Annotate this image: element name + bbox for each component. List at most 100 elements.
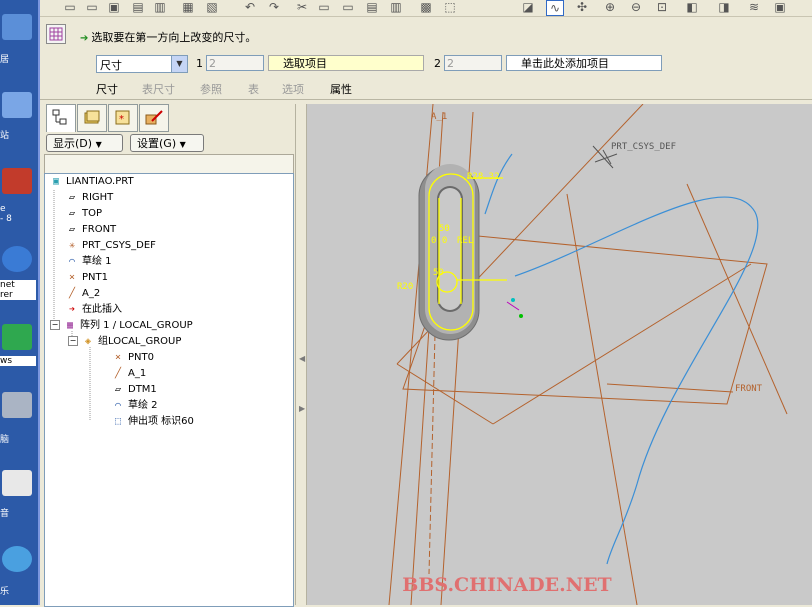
- layers-icon[interactable]: ≋: [746, 0, 762, 14]
- undo-icon[interactable]: ↶: [242, 0, 258, 14]
- desktop-icon[interactable]: [2, 246, 32, 272]
- sketch-icon: ⌒: [114, 400, 122, 411]
- paste-icon[interactable]: ▭: [340, 0, 356, 14]
- direction-1-items-collector[interactable]: 选取项目: [268, 55, 424, 71]
- tree-node[interactable]: ╱ A_2: [65, 286, 100, 301]
- panel-splitter[interactable]: ◀ ▶: [295, 104, 307, 605]
- desktop-icon[interactable]: [2, 470, 32, 496]
- expand-arrow-icon[interactable]: ▶: [299, 404, 305, 413]
- dimension-value[interactable]: 50: [433, 268, 444, 278]
- desktop-icon[interactable]: [2, 14, 32, 40]
- dimension-value[interactable]: 50: [439, 224, 450, 234]
- tab-model-tree[interactable]: [46, 104, 76, 132]
- favorites-icon: *: [115, 110, 130, 125]
- tree-node-label: 在此插入: [82, 304, 122, 315]
- radius-dimension[interactable]: R28.32: [467, 172, 500, 182]
- tree-node[interactable]: ▱ DTM1: [111, 382, 157, 397]
- tree-node[interactable]: × PNT1: [65, 270, 108, 285]
- tree-node-label: PRT_CSYS_DEF: [82, 240, 156, 251]
- email-icon[interactable]: ▥: [152, 0, 168, 14]
- save-icon[interactable]: ▣: [106, 0, 122, 14]
- chevron-down-icon[interactable]: ▼: [171, 56, 187, 72]
- tree-node-group[interactable]: ◈ 组LOCAL_GROUP: [81, 334, 181, 349]
- email-icon[interactable]: ▧: [204, 0, 220, 14]
- tree-node-label: DTM1: [128, 384, 157, 395]
- tree-node-insert-here[interactable]: ➔ 在此插入: [65, 302, 122, 317]
- settings-menu-label: 设置(G): [137, 137, 177, 150]
- dimension-type-select[interactable]: 尺寸 ▼: [96, 55, 188, 73]
- select-box-icon[interactable]: ⬚: [442, 0, 458, 14]
- model-tree-icon: [52, 109, 67, 125]
- collapse-toggle[interactable]: −: [50, 320, 60, 330]
- tree-node-label: LIANTIAO.PRT: [66, 176, 134, 187]
- reference-label: REL: [457, 236, 474, 246]
- group-icon: ◈: [84, 336, 92, 347]
- collapse-toggle[interactable]: −: [68, 336, 78, 346]
- zoom-out-icon[interactable]: ⊖: [628, 0, 644, 14]
- desktop-icon[interactable]: [2, 92, 32, 118]
- show-menu-label: 显示(D): [53, 137, 93, 150]
- direction-2-items-collector[interactable]: 单击此处添加项目: [506, 55, 662, 71]
- tab-dimensions[interactable]: 尺寸: [96, 81, 118, 97]
- zoom-in-icon[interactable]: ⊕: [602, 0, 618, 14]
- regenerate-icon[interactable]: ▤: [364, 0, 380, 14]
- curve-icon[interactable]: ∿: [546, 0, 564, 16]
- tree-node-label: 草绘 2: [128, 400, 158, 411]
- refit-icon[interactable]: ⊡: [654, 0, 670, 14]
- graphics-window[interactable]: A_1 PRT_CSYS_DEF R28.32 50 0.0 REL 50 R2…: [307, 104, 812, 605]
- tree-node[interactable]: ✳ PRT_CSYS_DEF: [65, 238, 156, 253]
- show-menu-button[interactable]: 显示(D) ▼: [46, 134, 123, 152]
- tab-table[interactable]: 表: [248, 81, 259, 97]
- extrude-icon: ⬚: [114, 416, 122, 427]
- tree-node[interactable]: ⌒ 草绘 2: [111, 398, 158, 413]
- tree-node-part[interactable]: ▣ LIANTIAO.PRT: [49, 174, 134, 189]
- select-value: 尺寸: [100, 59, 122, 72]
- datum-plane-icon: ▱: [114, 384, 122, 395]
- radius-dimension[interactable]: R20: [397, 282, 413, 292]
- new-icon[interactable]: ▭: [62, 0, 78, 14]
- direction-1-count-input[interactable]: 2: [206, 55, 264, 71]
- view-icon[interactable]: ◧: [684, 0, 700, 14]
- tree-node[interactable]: ╱ A_1: [111, 366, 146, 381]
- tree-node[interactable]: × PNT0: [111, 350, 154, 365]
- tree-node-pattern[interactable]: ▦ 阵列 1 / LOCAL_GROUP: [63, 318, 193, 333]
- regenerate-icon[interactable]: ▥: [388, 0, 404, 14]
- tree-node[interactable]: ▱ TOP: [65, 206, 102, 221]
- settings-menu-button[interactable]: 设置(G) ▼: [130, 134, 204, 152]
- copy-icon[interactable]: ▭: [316, 0, 332, 14]
- collapse-arrow-icon[interactable]: ◀: [299, 354, 305, 363]
- dashboard-grid-icon[interactable]: [46, 24, 66, 44]
- email-icon[interactable]: ▦: [180, 0, 196, 14]
- print-icon[interactable]: ▤: [130, 0, 146, 14]
- datum-icon[interactable]: ◪: [520, 0, 536, 14]
- redo-icon[interactable]: ↷: [266, 0, 282, 14]
- settings-icon[interactable]: ▣: [772, 0, 788, 14]
- tree-node[interactable]: ⌒ 草绘 1: [65, 254, 112, 269]
- tree-node-label: 组LOCAL_GROUP: [98, 336, 182, 347]
- tab-connections[interactable]: [139, 104, 169, 132]
- tree-node[interactable]: ▱ RIGHT: [65, 190, 113, 205]
- desktop-icon[interactable]: [2, 324, 32, 350]
- chevron-down-icon: ▼: [179, 140, 186, 149]
- dimension-value[interactable]: 0.0: [431, 236, 447, 246]
- tree-node[interactable]: ⬚ 伸出项 标识60: [111, 414, 194, 429]
- desktop-icon[interactable]: [2, 392, 32, 418]
- desktop-icon[interactable]: [2, 168, 32, 194]
- desktop-icon[interactable]: [2, 546, 32, 572]
- tab-properties[interactable]: 属性: [330, 81, 352, 97]
- view-icon[interactable]: ◨: [716, 0, 732, 14]
- tree-node[interactable]: ▱ FRONT: [65, 222, 116, 237]
- tab-table-dimensions[interactable]: 表尺寸: [142, 81, 175, 97]
- tab-options[interactable]: 选项: [282, 81, 304, 97]
- tab-folder-browser[interactable]: [77, 104, 107, 132]
- direction-2-count-input[interactable]: 2: [444, 55, 502, 71]
- tab-references[interactable]: 参照: [200, 81, 222, 97]
- tree-node-label: A_2: [82, 288, 101, 299]
- tab-favorites[interactable]: *: [108, 104, 138, 132]
- tree-node-label: RIGHT: [82, 192, 114, 203]
- datum-icon[interactable]: ✣: [574, 0, 590, 14]
- chevron-down-icon: ▼: [95, 140, 102, 149]
- find-icon[interactable]: ▩: [418, 0, 434, 14]
- open-icon[interactable]: ▭: [84, 0, 100, 14]
- cut-icon[interactable]: ✂: [294, 0, 310, 14]
